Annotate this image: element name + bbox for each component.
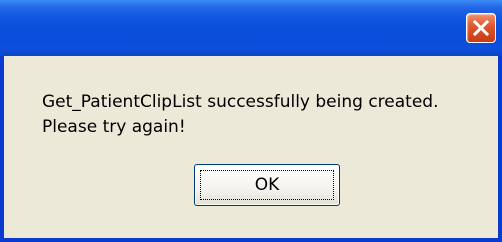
message-text: Get_PatientClipList successfully being c… — [42, 90, 439, 140]
message-line-1: Get_PatientClipList successfully being c… — [42, 92, 439, 112]
ok-button-label: OK — [254, 175, 280, 195]
close-icon — [472, 19, 490, 37]
message-dialog: Get_PatientClipList successfully being c… — [0, 0, 502, 242]
dialog-body: Get_PatientClipList successfully being c… — [4, 56, 498, 238]
close-button[interactable] — [466, 13, 496, 43]
ok-button[interactable]: OK — [194, 164, 340, 206]
title-bar[interactable] — [0, 0, 502, 56]
message-line-2: Please try again! — [42, 117, 186, 137]
